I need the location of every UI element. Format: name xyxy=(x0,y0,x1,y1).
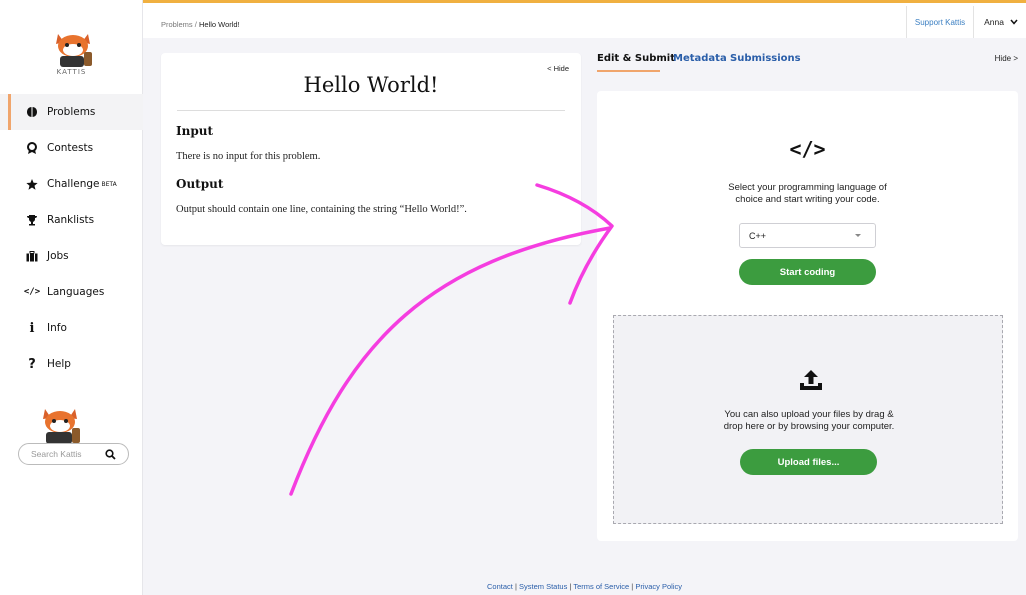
problem-statement: < Hide Hello World! Input There is no in… xyxy=(161,53,581,245)
logo-text: KATTIS xyxy=(56,68,87,76)
sidebar-item-challenge[interactable]: Challenge BETA xyxy=(0,166,143,202)
tab-edit-submit[interactable]: Edit & Submit xyxy=(597,53,675,64)
mascot-image xyxy=(36,404,84,444)
language-value: C++ xyxy=(749,230,767,241)
submit-panel: </> Select your programming language of … xyxy=(597,91,1018,541)
dropdown-arrow-icon xyxy=(855,234,861,237)
trophy-icon xyxy=(26,213,38,227)
sidebar: KATTIS Problems Contests Challenge BETA xyxy=(0,0,143,595)
submit-tabs: Edit & Submit Metadata Submissions Hide … xyxy=(597,53,1026,73)
sidebar-item-info[interactable]: i Info xyxy=(0,310,143,346)
sidebar-item-label: Languages xyxy=(47,286,105,298)
sidebar-item-jobs[interactable]: Jobs xyxy=(0,238,143,274)
input-heading: Input xyxy=(176,124,213,138)
active-tab-indicator xyxy=(597,70,660,72)
beta-badge: BETA xyxy=(101,180,117,188)
search-input[interactable] xyxy=(31,449,101,459)
sidebar-item-label: Jobs xyxy=(47,250,69,262)
top-bar: Problems / Hello World! Support Kattis A… xyxy=(143,0,1026,38)
sidebar-item-problems[interactable]: Problems xyxy=(0,94,143,130)
briefcase-icon xyxy=(26,249,38,263)
question-icon: ? xyxy=(28,356,36,372)
output-text: Output should contain one line, containi… xyxy=(176,204,467,215)
footer-terms-link[interactable]: Terms of Service xyxy=(573,582,629,591)
sidebar-item-contests[interactable]: Contests xyxy=(0,130,143,166)
code-icon: </> xyxy=(789,137,826,161)
upload-files-button[interactable]: Upload files... xyxy=(740,449,877,475)
sidebar-item-help[interactable]: ? Help xyxy=(0,346,143,382)
upload-icon xyxy=(797,366,825,394)
sidebar-item-languages[interactable]: </> Languages xyxy=(0,274,143,310)
breadcrumb: Problems / Hello World! xyxy=(161,20,240,29)
breadcrumb-current: Hello World! xyxy=(198,20,240,29)
sidebar-item-label: Info xyxy=(47,322,67,334)
user-menu[interactable]: Anna xyxy=(974,6,1026,38)
kattis-logo[interactable] xyxy=(50,28,96,68)
choose-line-2: choice and start writing your code. xyxy=(735,194,880,205)
file-drop-zone[interactable]: You can also upload your files by drag &… xyxy=(613,315,1003,524)
upload-line-1: You can also upload your files by drag & xyxy=(724,409,894,420)
user-name: Anna xyxy=(984,17,1004,27)
output-heading: Output xyxy=(176,177,224,191)
footer-contact-link[interactable]: Contact xyxy=(487,582,513,591)
tab-submissions[interactable]: Submissions xyxy=(730,53,801,64)
upload-instructions: You can also upload your files by drag &… xyxy=(614,409,1004,433)
support-kattis-link[interactable]: Support Kattis xyxy=(905,6,975,38)
choose-line-1: Select your programming language of xyxy=(728,182,887,193)
top-right: Support Kattis Anna xyxy=(905,6,1026,38)
sidebar-item-label: Ranklists xyxy=(47,214,95,226)
search-icon[interactable] xyxy=(104,448,116,460)
sidebar-item-ranklists[interactable]: Ranklists xyxy=(0,202,143,238)
hide-panel-button[interactable]: Hide > xyxy=(995,54,1018,63)
sidebar-item-label: Help xyxy=(47,358,71,370)
breadcrumb-problems[interactable]: Problems xyxy=(161,20,193,29)
star-icon xyxy=(26,177,38,191)
code-icon: </> xyxy=(23,287,41,297)
footer-privacy-link[interactable]: Privacy Policy xyxy=(635,582,682,591)
upload-line-2: drop here or by browsing your computer. xyxy=(723,421,895,432)
choose-language-text: Select your programming language of choi… xyxy=(597,182,1018,206)
title-divider xyxy=(177,110,565,111)
footer-status-link[interactable]: System Status xyxy=(519,582,567,591)
hide-statement-button[interactable]: < Hide xyxy=(547,64,569,73)
info-icon: i xyxy=(29,320,35,336)
start-coding-button[interactable]: Start coding xyxy=(739,259,876,285)
sidebar-item-label: Challenge xyxy=(47,178,100,190)
sidebar-item-label: Contests xyxy=(47,142,94,154)
brain-icon xyxy=(26,105,38,119)
tab-metadata[interactable]: Metadata xyxy=(673,53,727,64)
footer: Contact | System Status | Terms of Servi… xyxy=(143,582,1026,591)
input-text: There is no input for this problem. xyxy=(176,151,321,162)
sidebar-item-label: Problems xyxy=(47,106,96,118)
problem-title: Hello World! xyxy=(303,73,439,97)
sidebar-nav: Problems Contests Challenge BETA Ranklis… xyxy=(0,94,143,382)
chevron-down-icon xyxy=(1010,17,1018,27)
language-select[interactable]: C++ xyxy=(739,223,876,248)
medal-icon xyxy=(26,141,38,155)
search-box xyxy=(18,443,129,465)
